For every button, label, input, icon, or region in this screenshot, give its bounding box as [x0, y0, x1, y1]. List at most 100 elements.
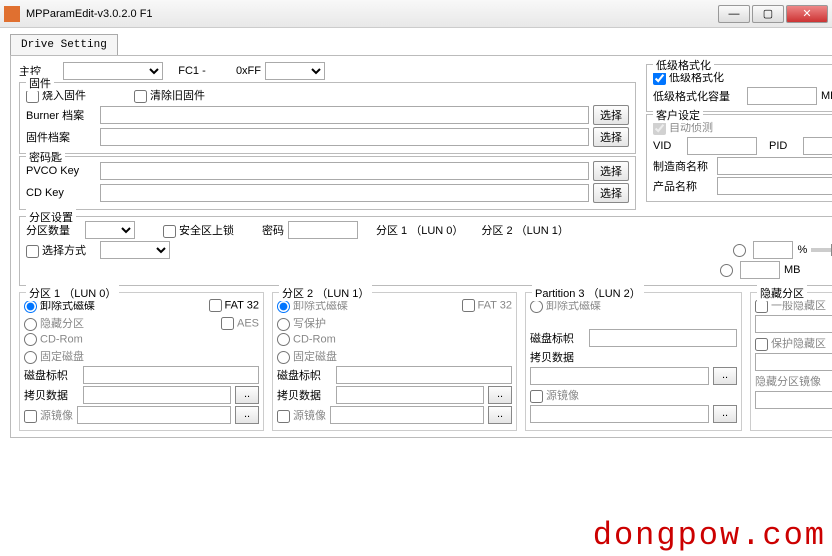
- hidden-protect-input[interactable]: [755, 353, 832, 371]
- p2-disklabel-label: 磁盘标帜: [277, 367, 332, 383]
- watermark: dongpow.com: [593, 517, 826, 554]
- vendor-input[interactable]: [717, 157, 832, 175]
- p2-fixed-radio[interactable]: 固定磁盘: [277, 348, 337, 364]
- lowformat-legend: 低级格式化: [653, 57, 714, 73]
- p1-disklabel-input[interactable]: [83, 366, 259, 384]
- p1-header: 分区 1 （LUN 0）: [376, 222, 463, 238]
- p2-copydata-label: 拷贝数据: [277, 387, 332, 403]
- hidden-mirror-input[interactable]: [755, 391, 832, 409]
- hidden-group: 隐藏分区 一般隐藏区 KB 保护隐藏区 KB 隐藏分区镜像 ..: [750, 292, 832, 431]
- p1-srcimage-browse[interactable]: ..: [235, 406, 259, 424]
- p3-srcimage-checkbox[interactable]: 源镜像: [530, 387, 579, 403]
- p2-srcimage-checkbox[interactable]: 源镜像: [277, 407, 326, 423]
- p1-cdrom-radio[interactable]: CD-Rom: [24, 333, 83, 346]
- p1-legend: 分区 1 （LUN 0）: [26, 285, 119, 301]
- partition-legend: 分区设置: [26, 209, 76, 225]
- p2-disklabel-input[interactable]: [336, 366, 512, 384]
- hex-select[interactable]: [265, 62, 325, 80]
- main-panel: 主控 FC1 - 0xFF 固件 烧入固件 清除旧固件 Burner 档案: [10, 55, 832, 438]
- hidden-legend: 隐藏分区: [757, 285, 807, 301]
- pid-input[interactable]: [803, 137, 832, 155]
- p2-copydata-browse[interactable]: ..: [488, 386, 512, 404]
- customer-legend: 客户设定: [653, 107, 703, 123]
- p1-pct-input[interactable]: [753, 241, 793, 259]
- app-icon: [4, 6, 20, 22]
- p1-mb-input[interactable]: [740, 261, 780, 279]
- p1-srcimage-checkbox[interactable]: 源镜像: [24, 407, 73, 423]
- hex-label: 0xFF: [221, 65, 261, 77]
- p3-legend: Partition 3 （LUN 2）: [532, 285, 644, 301]
- p3-disklabel-input[interactable]: [589, 329, 737, 347]
- maximize-button[interactable]: ▢: [752, 5, 784, 23]
- p1-fat32-checkbox[interactable]: FAT 32: [209, 299, 259, 312]
- fw-archive-input[interactable]: [100, 128, 589, 146]
- p3-srcimage-input[interactable]: [530, 405, 709, 423]
- password-label: 密码: [262, 222, 284, 238]
- p2-header: 分区 2 （LUN 1）: [481, 222, 568, 238]
- p1-fixed-radio[interactable]: 固定磁盘: [24, 348, 84, 364]
- p3-copydata-label: 拷贝数据: [530, 349, 585, 365]
- password-input[interactable]: [288, 221, 358, 239]
- close-button[interactable]: ✕: [786, 5, 828, 23]
- lowformat-cap-label: 低级格式化容量: [653, 88, 743, 104]
- p1-copydata-label: 拷贝数据: [24, 387, 79, 403]
- p1-copydata-browse[interactable]: ..: [235, 386, 259, 404]
- product-label: 产品名称: [653, 178, 713, 194]
- partition3-group: Partition 3 （LUN 2） 卸除式磁碟 磁盘标帜 拷贝数据 .. 源…: [525, 292, 742, 431]
- window-title: MPParamEdit-v3.0.2.0 F1: [26, 8, 718, 20]
- tab-drive-setting[interactable]: Drive Setting: [10, 34, 118, 55]
- lowformat-unit: MB: [821, 90, 832, 102]
- pct-radio[interactable]: [733, 244, 746, 257]
- pvco-label: PVCO Key: [26, 165, 96, 177]
- p2-cdrom-radio[interactable]: CD-Rom: [277, 333, 336, 346]
- select-mode-select[interactable]: [100, 241, 170, 259]
- minimize-button[interactable]: —: [718, 5, 750, 23]
- p2-srcimage-browse[interactable]: ..: [488, 406, 512, 424]
- mb-radio[interactable]: [720, 264, 733, 277]
- p1-disklabel-label: 磁盘标帜: [24, 367, 79, 383]
- select-mode-checkbox[interactable]: 选择方式: [26, 242, 86, 258]
- clear-old-checkbox[interactable]: 清除旧固件: [134, 87, 205, 103]
- p3-copydata-browse[interactable]: ..: [713, 367, 737, 385]
- hidden-protect-checkbox[interactable]: 保护隐藏区: [755, 335, 826, 351]
- pvco-input[interactable]: [100, 162, 589, 180]
- burner-archive-input[interactable]: [100, 106, 589, 124]
- fc-label: FC1 -: [167, 65, 217, 77]
- p3-copydata-input[interactable]: [530, 367, 709, 385]
- fw-archive-select[interactable]: 选择: [593, 127, 629, 147]
- cd-select[interactable]: 选择: [593, 183, 629, 203]
- p2-fat32-checkbox[interactable]: FAT 32: [462, 299, 512, 312]
- key-legend: 密码匙: [26, 149, 65, 165]
- pvco-select[interactable]: 选择: [593, 161, 629, 181]
- p2-copydata-input[interactable]: [336, 386, 484, 404]
- vid-input[interactable]: [687, 137, 757, 155]
- p3-srcimage-browse[interactable]: ..: [713, 405, 737, 423]
- cd-input[interactable]: [100, 184, 589, 202]
- partition1-group: 分区 1 （LUN 0） 卸除式磁碟FAT 32 隐藏分区AES CD-Rom …: [19, 292, 264, 431]
- p2-legend: 分区 2 （LUN 1）: [279, 285, 372, 301]
- partition-count-select[interactable]: [85, 221, 135, 239]
- fw-archive-label: 固件档案: [26, 129, 96, 145]
- firmware-legend: 固件: [26, 75, 54, 91]
- pid-label: PID: [769, 140, 799, 152]
- partition-slider[interactable]: [811, 248, 832, 252]
- lowformat-cap-input[interactable]: [747, 87, 817, 105]
- master-select[interactable]: [63, 62, 163, 80]
- p1-srcimage-input[interactable]: [77, 406, 231, 424]
- p1-hidden-radio[interactable]: 隐藏分区: [24, 315, 84, 331]
- vid-label: VID: [653, 140, 683, 152]
- hidden-general-input[interactable]: [755, 315, 832, 333]
- p1-copydata-input[interactable]: [83, 386, 231, 404]
- burner-archive-label: Burner 档案: [26, 107, 96, 123]
- burner-archive-select[interactable]: 选择: [593, 105, 629, 125]
- partition-group: 分区设置 分区数量 安全区上锁 密码 分区 1 （LUN 0） 分区 2 （LU…: [19, 216, 832, 286]
- p2-srcimage-input[interactable]: [330, 406, 484, 424]
- titlebar: MPParamEdit-v3.0.2.0 F1 — ▢ ✕: [0, 0, 832, 28]
- customer-group: 客户设定 自动侦测 VID PID 制造商名称 产品名称: [646, 114, 832, 202]
- hidden-mirror-label: 隐藏分区镜像: [755, 373, 821, 389]
- p1-aes-checkbox[interactable]: AES: [221, 317, 259, 330]
- vendor-label: 制造商名称: [653, 158, 713, 174]
- p2-writeprotect-radio[interactable]: 写保护: [277, 315, 326, 331]
- product-input[interactable]: [717, 177, 832, 195]
- safelock-checkbox[interactable]: 安全区上锁: [163, 222, 234, 238]
